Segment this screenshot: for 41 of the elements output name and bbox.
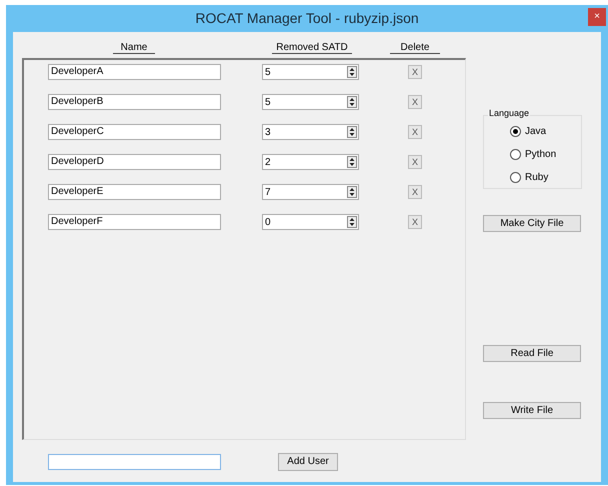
delete-button[interactable]: X (408, 65, 422, 79)
radio-icon[interactable] (510, 148, 521, 160)
delete-button[interactable]: X (408, 125, 422, 139)
radio-icon[interactable] (510, 172, 521, 182)
radio-option[interactable]: Ruby (510, 170, 581, 184)
delete-button[interactable]: X (408, 155, 422, 169)
close-button[interactable]: × (588, 8, 606, 26)
new-user-field[interactable] (48, 454, 221, 470)
spinner-arrows-icon[interactable] (347, 156, 357, 168)
name-field[interactable]: DeveloperF (48, 214, 221, 230)
radio-option[interactable]: Java (510, 124, 581, 138)
name-field[interactable]: DeveloperB (48, 94, 221, 110)
number-field[interactable]: 5 (262, 64, 359, 80)
write-file-button[interactable]: Write File (483, 402, 581, 419)
delete-button[interactable]: X (408, 215, 422, 229)
number-field[interactable]: 7 (262, 184, 359, 200)
delete-button[interactable]: X (408, 95, 422, 109)
spinner-arrows-icon[interactable] (347, 126, 357, 138)
number-field[interactable]: 3 (262, 124, 359, 140)
name-field[interactable]: DeveloperE (48, 184, 221, 200)
column-header: Removed SATD (272, 42, 352, 54)
window-title: ROCAT Manager Tool - rubyzip.json (195, 9, 419, 28)
number-field[interactable]: 2 (262, 154, 359, 170)
name-field[interactable]: DeveloperA (48, 64, 221, 80)
spinner-arrows-icon[interactable] (347, 216, 357, 228)
spinner-arrows-icon[interactable] (347, 96, 357, 108)
radio-icon[interactable] (510, 126, 521, 136)
make-city-file-button[interactable]: Make City File (483, 215, 581, 232)
spinner-arrows-icon[interactable] (347, 186, 357, 198)
name-field[interactable]: DeveloperD (48, 154, 221, 170)
number-field[interactable]: 5 (262, 94, 359, 110)
group-label: Language (488, 109, 530, 118)
read-file-button[interactable]: Read File (483, 345, 581, 362)
name-field[interactable]: DeveloperC (48, 124, 221, 140)
spinner-arrows-icon[interactable] (347, 66, 357, 78)
delete-button[interactable]: X (408, 185, 422, 199)
column-header: Delete (390, 42, 440, 54)
column-header: Name (113, 42, 155, 54)
radio-option[interactable]: Python (510, 147, 581, 161)
number-field[interactable]: 0 (262, 214, 359, 230)
add-user-button[interactable]: Add User (278, 453, 338, 471)
